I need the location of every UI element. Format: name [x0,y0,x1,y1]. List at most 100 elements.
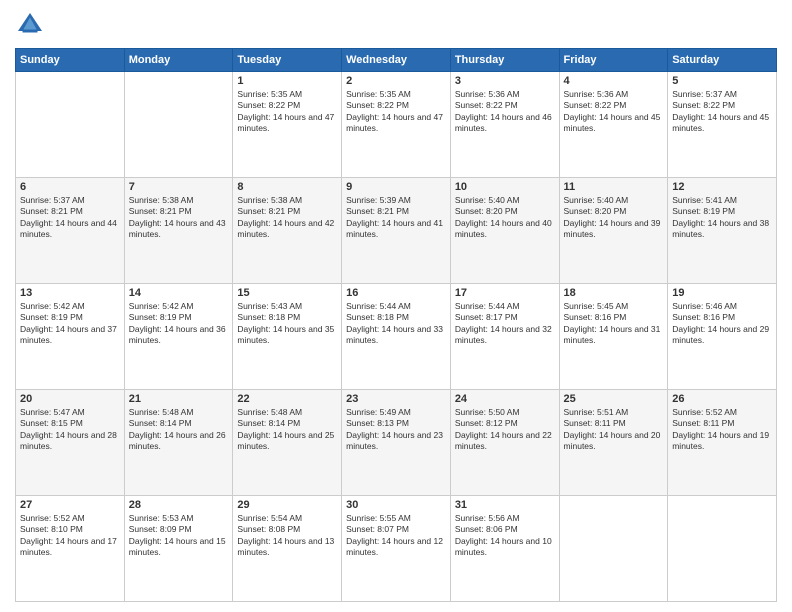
calendar-cell: 23 Sunrise: 5:49 AM Sunset: 8:13 PM Dayli… [342,390,451,496]
calendar-cell: 6 Sunrise: 5:37 AM Sunset: 8:21 PM Daylig… [16,178,125,284]
day-info: Sunrise: 5:51 AM Sunset: 8:11 PM Dayligh… [564,407,664,453]
day-info: Sunrise: 5:44 AM Sunset: 8:17 PM Dayligh… [455,301,555,347]
day-number: 5 [672,75,772,87]
day-number: 29 [237,499,337,511]
calendar-cell: 10 Sunrise: 5:40 AM Sunset: 8:20 PM Dayli… [450,178,559,284]
calendar-cell: 12 Sunrise: 5:41 AM Sunset: 8:19 PM Dayli… [668,178,777,284]
calendar-cell: 17 Sunrise: 5:44 AM Sunset: 8:17 PM Dayli… [450,284,559,390]
calendar-cell: 24Sunrise: 5:50 AM Sunset: 8:12 PM Dayli… [450,390,559,496]
calendar-cell: 7 Sunrise: 5:38 AM Sunset: 8:21 PM Daylig… [124,178,233,284]
day-number: 27 [20,499,120,511]
day-info: Sunrise: 5:39 AM Sunset: 8:21 PM Dayligh… [346,195,446,241]
weekday-header-wednesday: Wednesday [342,49,451,72]
day-info: Sunrise: 5:52 AM Sunset: 8:11 PM Dayligh… [672,407,772,453]
weekday-header-row: SundayMondayTuesdayWednesdayThursdayFrid… [16,49,777,72]
day-info: Sunrise: 5:48 AM Sunset: 8:14 PM Dayligh… [237,407,337,453]
day-number: 12 [672,181,772,193]
day-number: 23 [346,393,446,405]
calendar-cell: 9Sunrise: 5:39 AM Sunset: 8:21 PM Daylig… [342,178,451,284]
weekday-header-tuesday: Tuesday [233,49,342,72]
calendar-cell: 5 Sunrise: 5:37 AM Sunset: 8:22 PM Daylig… [668,72,777,178]
calendar-cell: 16 Sunrise: 5:44 AM Sunset: 8:18 PM Dayli… [342,284,451,390]
day-number: 31 [455,499,555,511]
calendar-cell: 31 Sunrise: 5:56 AM Sunset: 8:06 PM Dayli… [450,496,559,602]
calendar-cell: 15Sunrise: 5:43 AM Sunset: 8:18 PM Dayli… [233,284,342,390]
day-number: 11 [564,181,664,193]
weekday-header-thursday: Thursday [450,49,559,72]
day-number: 10 [455,181,555,193]
calendar-cell: 19 Sunrise: 5:46 AM Sunset: 8:16 PM Dayli… [668,284,777,390]
day-info: Sunrise: 5:50 AM Sunset: 8:12 PM Dayligh… [455,407,555,453]
day-number: 1 [237,75,337,87]
day-number: 6 [20,181,120,193]
week-row-5: 27 Sunrise: 5:52 AM Sunset: 8:10 PM Dayli… [16,496,777,602]
calendar-table: SundayMondayTuesdayWednesdayThursdayFrid… [15,48,777,602]
calendar-cell: 3Sunrise: 5:36 AM Sunset: 8:22 PM Daylig… [450,72,559,178]
page: SundayMondayTuesdayWednesdayThursdayFrid… [0,0,792,612]
calendar-cell [16,72,125,178]
calendar-cell: 22 Sunrise: 5:48 AM Sunset: 8:14 PM Dayli… [233,390,342,496]
logo [15,10,49,40]
day-info: Sunrise: 5:43 AM Sunset: 8:18 PM Dayligh… [237,301,337,347]
calendar-cell: 27 Sunrise: 5:52 AM Sunset: 8:10 PM Dayli… [16,496,125,602]
day-info: Sunrise: 5:40 AM Sunset: 8:20 PM Dayligh… [564,195,664,241]
day-info: Sunrise: 5:38 AM Sunset: 8:21 PM Dayligh… [237,195,337,241]
day-number: 25 [564,393,664,405]
day-info: Sunrise: 5:36 AM Sunset: 8:22 PM Dayligh… [564,89,664,135]
day-info: Sunrise: 5:41 AM Sunset: 8:19 PM Dayligh… [672,195,772,241]
calendar-cell: 29Sunrise: 5:54 AM Sunset: 8:08 PM Dayli… [233,496,342,602]
calendar-cell [559,496,668,602]
calendar-cell: 13Sunrise: 5:42 AM Sunset: 8:19 PM Dayli… [16,284,125,390]
day-info: Sunrise: 5:55 AM Sunset: 8:07 PM Dayligh… [346,513,446,559]
day-info: Sunrise: 5:46 AM Sunset: 8:16 PM Dayligh… [672,301,772,347]
calendar-cell: 30 Sunrise: 5:55 AM Sunset: 8:07 PM Dayli… [342,496,451,602]
day-info: Sunrise: 5:35 AM Sunset: 8:22 PM Dayligh… [346,89,446,135]
day-info: Sunrise: 5:45 AM Sunset: 8:16 PM Dayligh… [564,301,664,347]
calendar-cell: 21Sunrise: 5:48 AM Sunset: 8:14 PM Dayli… [124,390,233,496]
day-info: Sunrise: 5:47 AM Sunset: 8:15 PM Dayligh… [20,407,120,453]
day-info: Sunrise: 5:35 AM Sunset: 8:22 PM Dayligh… [237,89,337,135]
day-number: 28 [129,499,229,511]
week-row-3: 13 Sunrise: 5:42 AM Sunset: 8:19 PM Dayli… [16,284,777,390]
calendar-cell: 25 Sunrise: 5:51 AM Sunset: 8:11 PM Dayli… [559,390,668,496]
calendar-cell: 11 Sunrise: 5:40 AM Sunset: 8:20 PM Dayli… [559,178,668,284]
day-info: Sunrise: 5:44 AM Sunset: 8:18 PM Dayligh… [346,301,446,347]
day-number: 19 [672,287,772,299]
day-number: 17 [455,287,555,299]
calendar-cell: 28Sunrise: 5:53 AM Sunset: 8:09 PM Dayli… [124,496,233,602]
day-info: Sunrise: 5:37 AM Sunset: 8:22 PM Dayligh… [672,89,772,135]
weekday-header-friday: Friday [559,49,668,72]
day-number: 30 [346,499,446,511]
calendar-cell: 14 Sunrise: 5:42 AM Sunset: 8:19 PM Dayli… [124,284,233,390]
day-number: 21 [129,393,229,405]
calendar-cell: 1 Sunrise: 5:35 AM Sunset: 8:22 PM Daylig… [233,72,342,178]
day-number: 7 [129,181,229,193]
day-info: Sunrise: 5:49 AM Sunset: 8:13 PM Dayligh… [346,407,446,453]
day-number: 18 [564,287,664,299]
day-info: Sunrise: 5:42 AM Sunset: 8:19 PM Dayligh… [129,301,229,347]
day-number: 20 [20,393,120,405]
weekday-header-monday: Monday [124,49,233,72]
day-number: 13 [20,287,120,299]
day-info: Sunrise: 5:56 AM Sunset: 8:06 PM Dayligh… [455,513,555,559]
weekday-header-saturday: Saturday [668,49,777,72]
day-number: 22 [237,393,337,405]
calendar-cell: 26Sunrise: 5:52 AM Sunset: 8:11 PM Dayli… [668,390,777,496]
day-number: 3 [455,75,555,87]
day-info: Sunrise: 5:38 AM Sunset: 8:21 PM Dayligh… [129,195,229,241]
week-row-2: 6 Sunrise: 5:37 AM Sunset: 8:21 PM Daylig… [16,178,777,284]
day-info: Sunrise: 5:40 AM Sunset: 8:20 PM Dayligh… [455,195,555,241]
header [15,10,777,40]
calendar-cell: 18 Sunrise: 5:45 AM Sunset: 8:16 PM Dayli… [559,284,668,390]
day-number: 16 [346,287,446,299]
day-number: 14 [129,287,229,299]
day-info: Sunrise: 5:37 AM Sunset: 8:21 PM Dayligh… [20,195,120,241]
day-number: 4 [564,75,664,87]
calendar-cell: 4 Sunrise: 5:36 AM Sunset: 8:22 PM Daylig… [559,72,668,178]
calendar-cell: 2 Sunrise: 5:35 AM Sunset: 8:22 PM Daylig… [342,72,451,178]
day-number: 2 [346,75,446,87]
logo-icon [15,10,45,40]
calendar-cell [668,496,777,602]
calendar-cell: 8Sunrise: 5:38 AM Sunset: 8:21 PM Daylig… [233,178,342,284]
day-info: Sunrise: 5:52 AM Sunset: 8:10 PM Dayligh… [20,513,120,559]
